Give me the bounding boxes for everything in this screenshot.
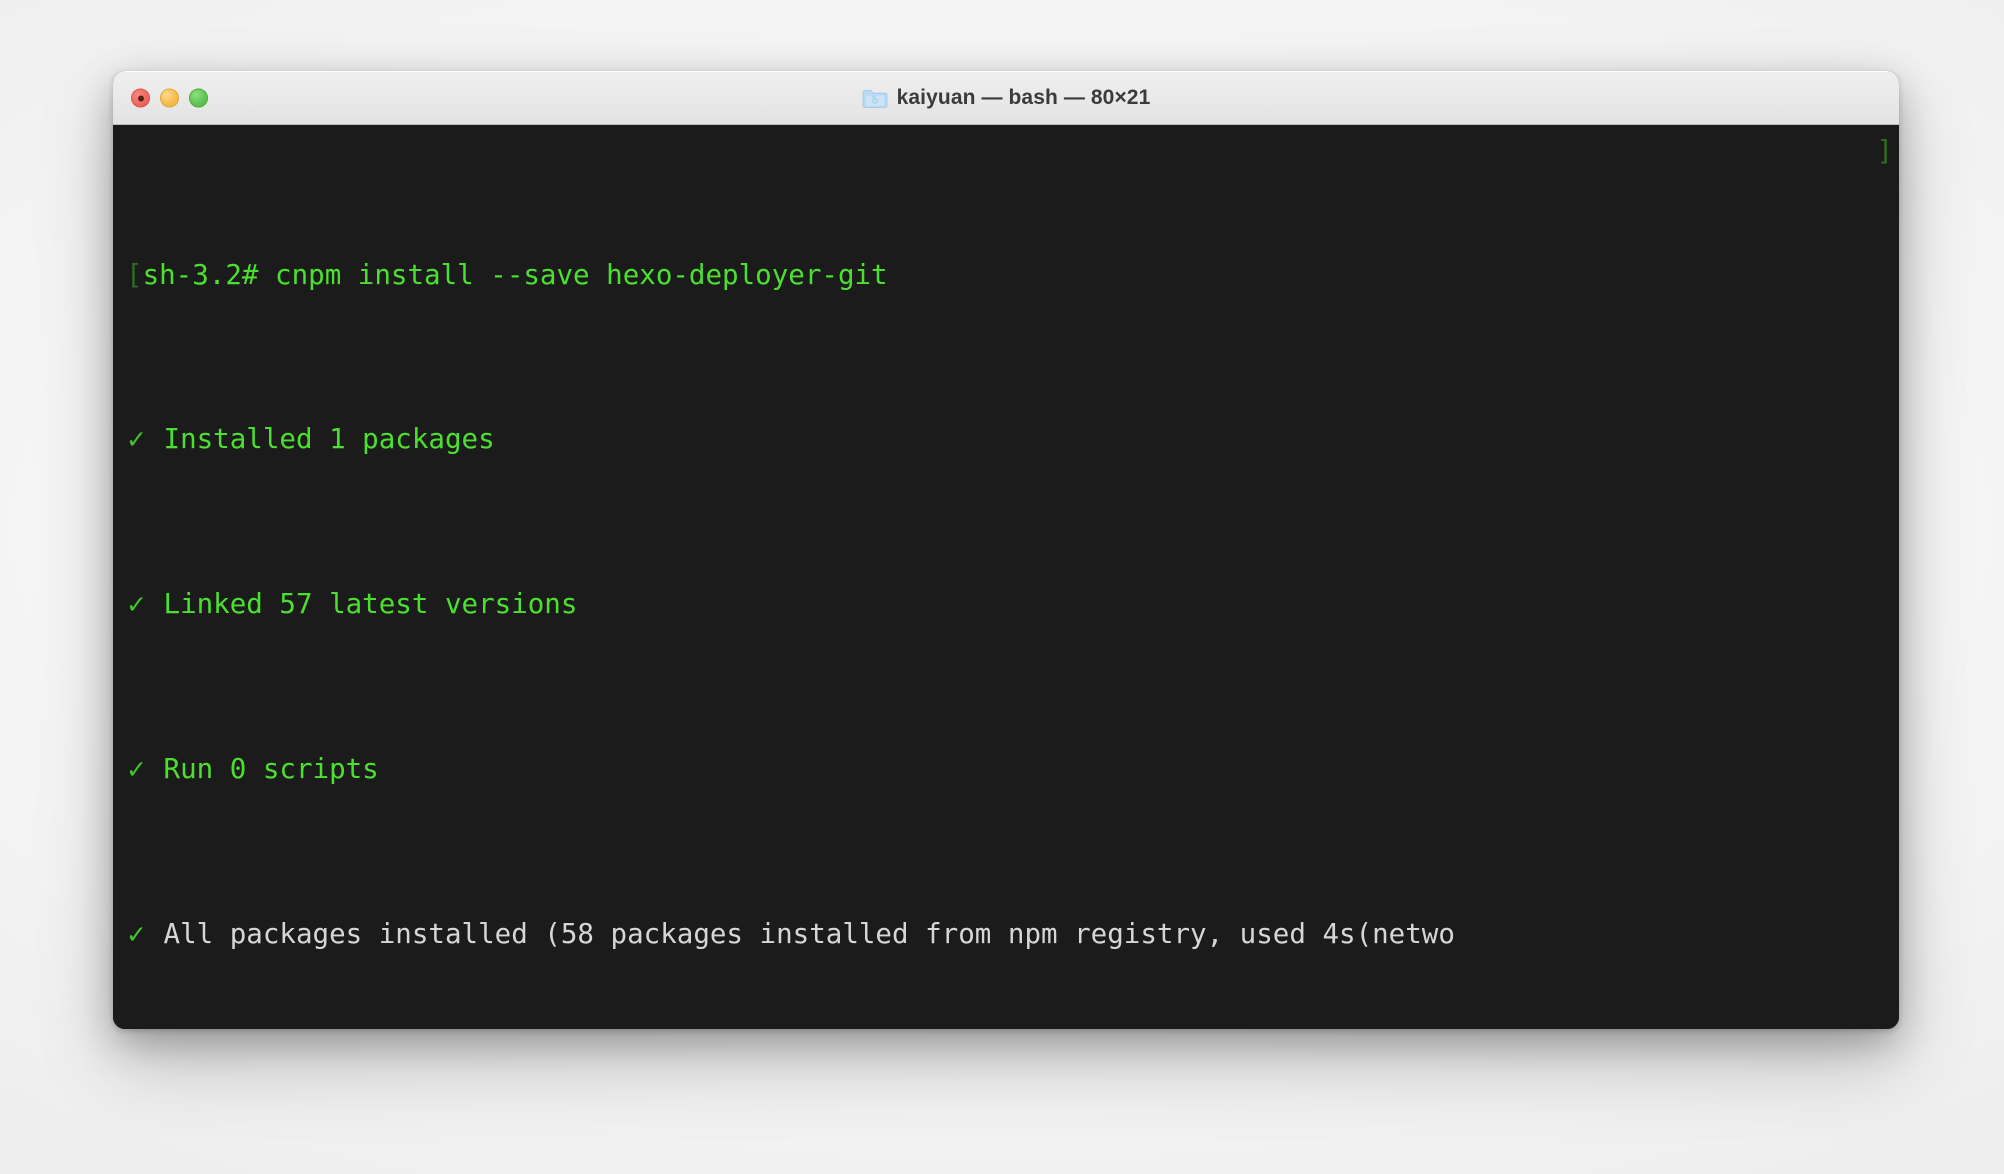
prompt-bracket-left: [ [126,258,143,291]
window-title-group: kaiyuan — bash — 80×21 [862,86,1151,110]
window-controls[interactable] [131,88,208,108]
terminal-line-installed: ✓ Installed 1 packages [126,419,1899,460]
check-icon: ✓ [126,919,147,949]
desktop-background: kaiyuan — bash — 80×21 [sh-3.2# cnpm ins… [0,0,2004,1174]
folder-icon [862,89,888,108]
check-icon: ✓ [126,590,147,620]
check-icon: ✓ [126,755,147,784]
minimize-button[interactable] [160,88,179,108]
shell-command: cnpm install --save hexo-deployer-git [258,258,888,291]
window-title: kaiyuan — bash — 80×21 [896,86,1151,109]
terminal-line-text: All packages installed (58 packages inst… [146,917,1455,950]
shell-prompt: sh-3.2# [142,258,259,291]
close-button[interactable] [131,88,150,108]
terminal-line-command: [sh-3.2# cnpm install --save hexo-deploy… [126,255,1899,296]
terminal-output: [sh-3.2# cnpm install --save hexo-deploy… [113,131,1899,1029]
maximize-button[interactable] [189,88,208,108]
terminal-content[interactable]: [sh-3.2# cnpm install --save hexo-deploy… [113,125,1899,1029]
prompt-bracket-right: ] [1876,135,1893,167]
check-icon: ✓ [126,425,147,455]
terminal-line-linked: ✓ Linked 57 latest versions [126,584,1899,625]
terminal-line-text: Linked 57 latest versions [146,588,578,621]
terminal-line-scripts: ✓ Run 0 scripts [126,749,1899,790]
terminal-line-text: Run 0 scripts [146,753,379,785]
terminal-line-text: Installed 1 packages [146,423,495,456]
window-titlebar[interactable]: kaiyuan — bash — 80×21 [113,71,1899,125]
terminal-window[interactable]: kaiyuan — bash — 80×21 [sh-3.2# cnpm ins… [113,71,1899,1029]
terminal-line-summary: ✓ All packages installed (58 packages in… [126,914,1899,955]
